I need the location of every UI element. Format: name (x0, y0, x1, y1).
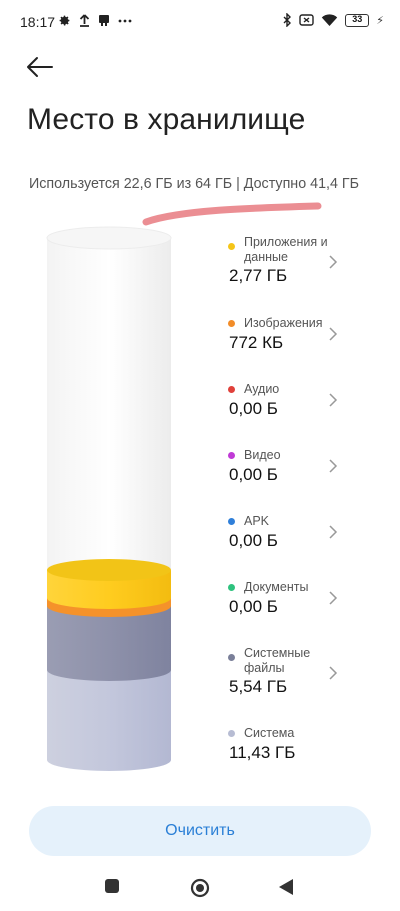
status-right-icons: 33 ⚡ (283, 13, 384, 27)
chevron-right-icon (329, 459, 338, 473)
category-size: 0,00 Б (229, 597, 278, 616)
category-color-dot (228, 730, 235, 737)
category-size: 5,54 ГБ (229, 677, 288, 696)
charging-bolt-icon: ⚡ (376, 14, 384, 27)
category-size: 772 КБ (229, 333, 284, 352)
battery-icon: 33 (345, 13, 370, 27)
home-circle-icon[interactable] (190, 878, 210, 898)
sim-off-icon (299, 14, 314, 26)
chevron-right-icon (329, 393, 338, 407)
category-size: 11,43 ГБ (229, 743, 296, 762)
category-size: 0,00 Б (229, 465, 278, 484)
category-color-dot (228, 386, 235, 393)
recents-square-icon[interactable] (104, 878, 120, 894)
category-color-dot (228, 452, 235, 459)
chevron-right-icon (329, 591, 338, 605)
category-size: 2,77 ГБ (229, 266, 288, 285)
chevron-right-icon (329, 525, 338, 539)
chevron-right-icon (329, 327, 338, 341)
bluetooth-icon (283, 13, 292, 27)
category-color-dot (228, 243, 235, 250)
category-color-dot (228, 518, 235, 525)
category-size: 0,00 Б (229, 531, 278, 550)
wifi-icon (322, 13, 338, 26)
category-label: Система (244, 726, 295, 740)
chevron-right-icon (329, 666, 338, 680)
back-triangle-icon[interactable] (278, 878, 294, 896)
category-color-dot (228, 654, 235, 661)
category-size: 0,00 Б (229, 399, 278, 418)
navigation-bar (0, 866, 400, 911)
battery-level: 33 (352, 13, 363, 24)
clear-button[interactable]: Очистить (29, 806, 371, 856)
category-color-dot (228, 320, 235, 327)
category-color-dot (228, 584, 235, 591)
storage-cylinder-chart (46, 226, 172, 771)
chevron-right-icon (329, 255, 338, 269)
